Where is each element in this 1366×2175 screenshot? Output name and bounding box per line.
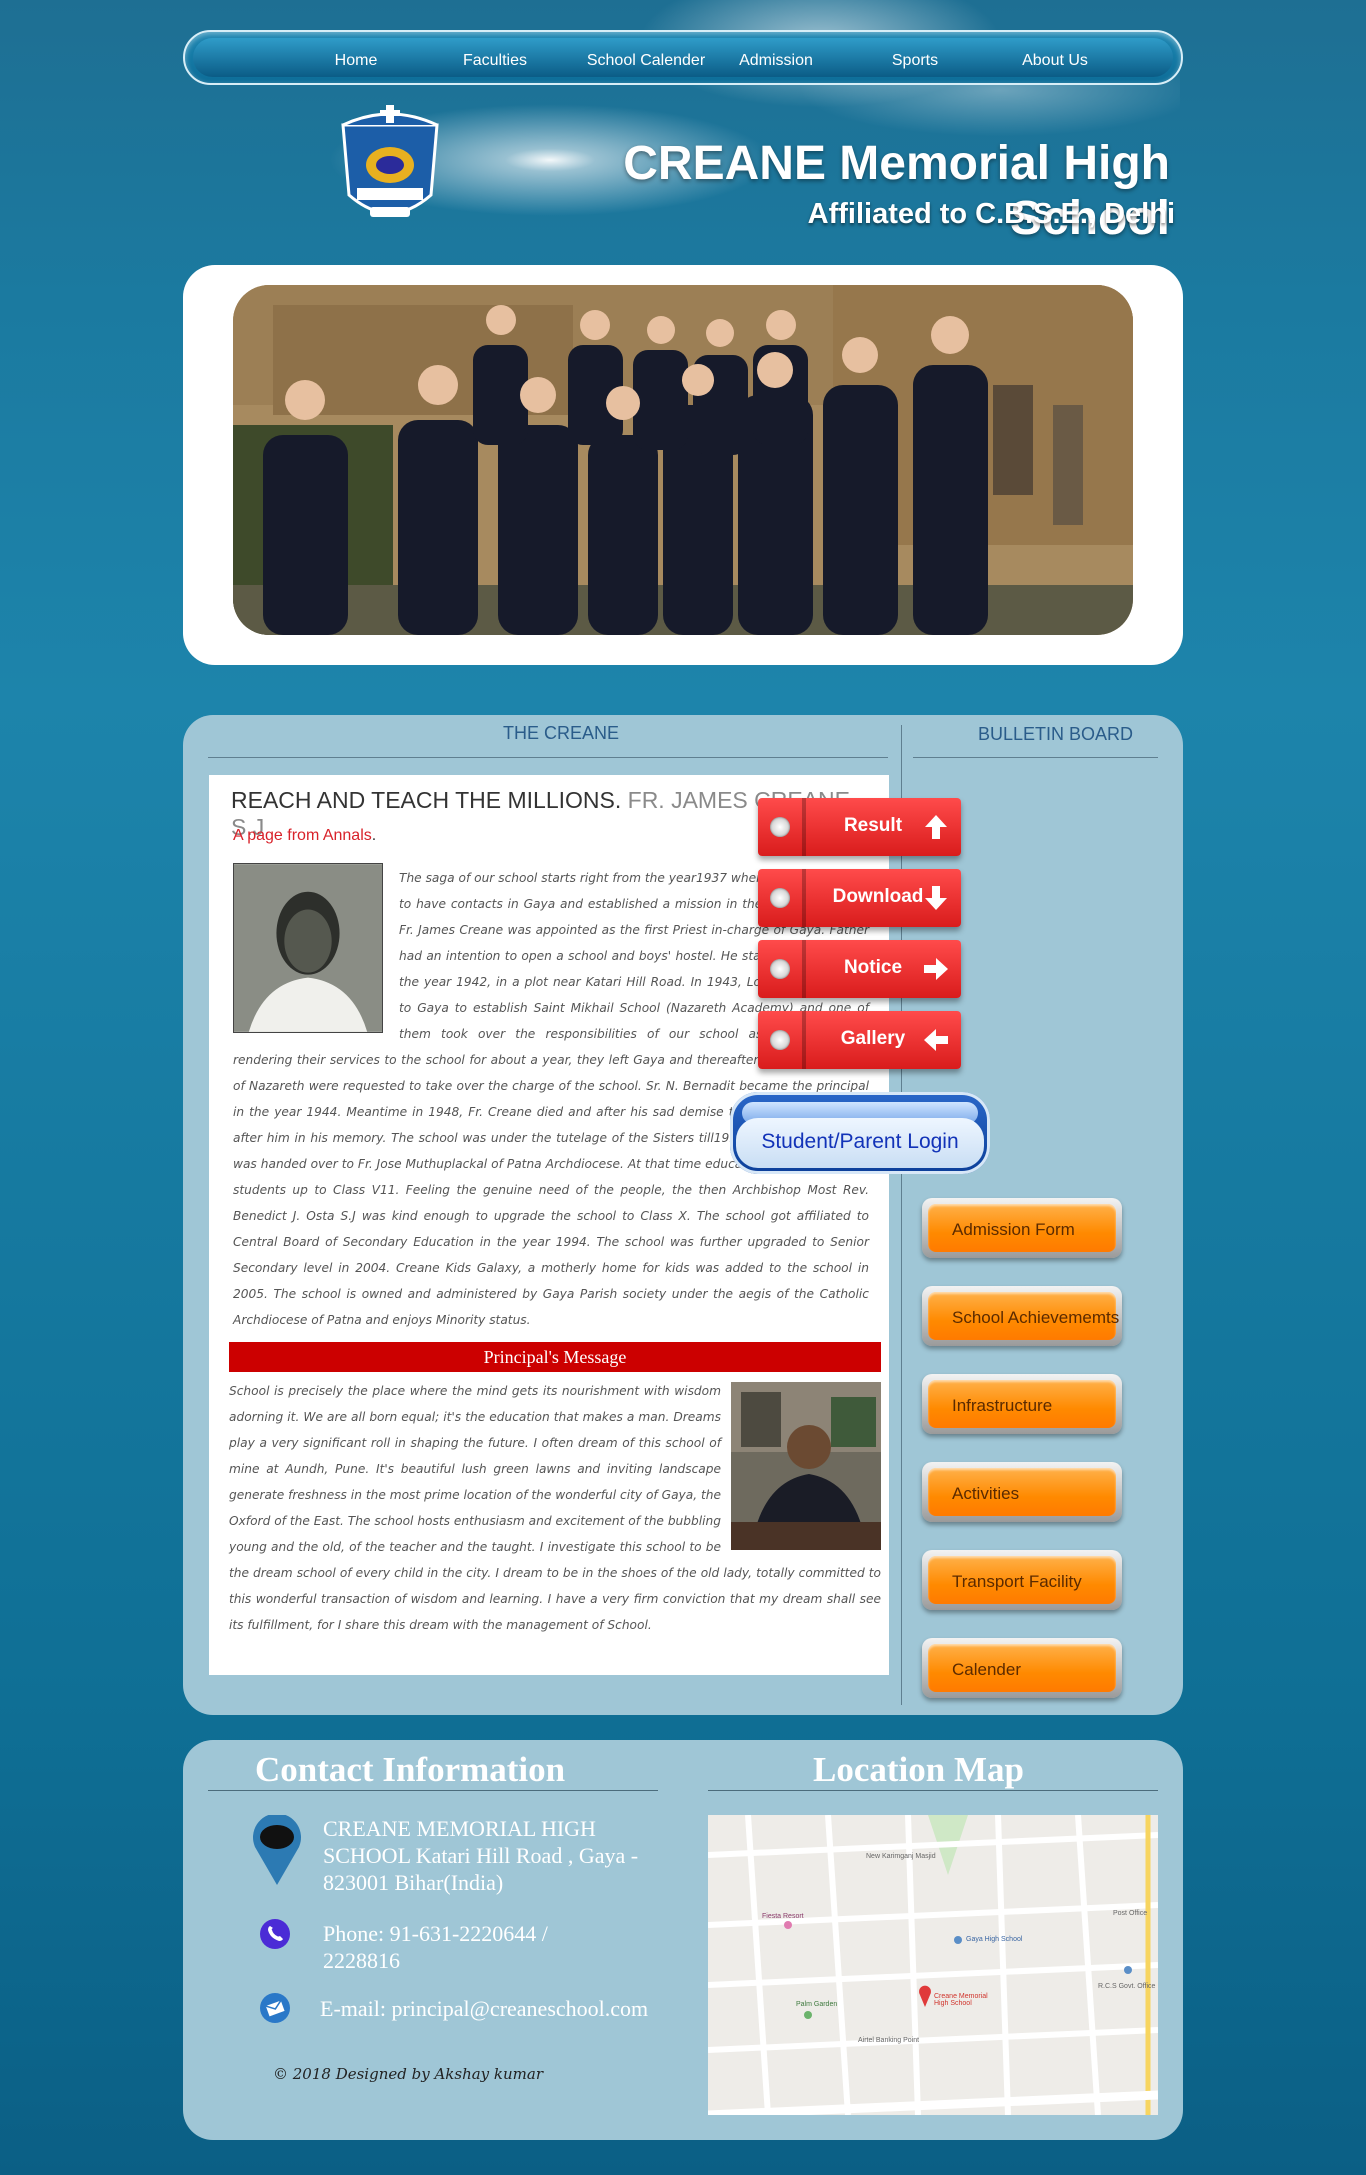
gallery-button[interactable]: Gallery [758, 1011, 961, 1069]
map-label-fiesta: Fiesta Resort [762, 1913, 804, 1920]
map-label-rcs: R.C.S Govt. Office [1098, 1983, 1156, 1990]
download-label: Download [832, 886, 924, 907]
arrow-left-icon [924, 1029, 948, 1051]
activities-label: Activities [952, 1484, 1020, 1503]
map-roads [708, 1815, 1158, 2115]
annals-line: A page from Annals. [233, 827, 376, 845]
notice-sep [802, 940, 806, 998]
activities-button[interactable]: Activities [922, 1462, 1122, 1522]
map-label-airtel: Airtel Banking Point [858, 2037, 920, 2044]
nav-home[interactable]: Home [296, 52, 416, 70]
nav-school-calender[interactable]: School Calender [576, 52, 716, 70]
infrastructure-button[interactable]: Infrastructure [922, 1374, 1122, 1434]
result-button[interactable]: Result [758, 798, 961, 856]
gallery-sep [802, 1011, 806, 1069]
map-label-mosque: New Karimganj Masjid [866, 1853, 936, 1860]
download-button[interactable]: Download [758, 869, 961, 927]
location-pin-icon [253, 1815, 301, 1885]
divider-left [208, 757, 888, 758]
location-map[interactable]: Creane Memorial High School Gaya High Sc… [708, 1815, 1158, 2115]
student-parent-login-button[interactable]: Student/Parent Login [730, 1092, 990, 1174]
principals-message-heading: Principal's Message [229, 1342, 881, 1372]
bulletin-board-heading: BULLETIN BOARD [978, 724, 1134, 744]
article-title-main: REACH AND TEACH THE MILLIONS. [231, 787, 622, 813]
designer-credit: © 2018 Designed by Akshay kumar [273, 2065, 544, 2083]
login-label: Student/Parent Login [761, 1130, 959, 1153]
admission-form-button[interactable]: Admission Form [922, 1198, 1122, 1258]
nav-about-us[interactable]: About Us [995, 52, 1115, 70]
annals-link[interactable]: A page from Annals [233, 827, 372, 844]
admission-form-label: Admission Form [952, 1220, 1075, 1239]
map-label-gaya-high: Gaya High School [966, 1936, 1023, 1943]
calender-label: Calender [952, 1660, 1021, 1679]
transport-facility-label: Transport Facility [952, 1572, 1082, 1591]
result-knob [770, 817, 790, 837]
nav-admission[interactable]: Admission [716, 52, 836, 70]
gallery-knob [770, 1030, 790, 1050]
arrow-down-icon [925, 886, 947, 910]
notice-button[interactable]: Notice [758, 940, 961, 998]
contact-divider [208, 1790, 658, 1791]
banner-panel [183, 265, 1183, 665]
nav-sports[interactable]: Sports [855, 52, 975, 70]
map-marker-label: Creane Memorial High School [934, 1993, 988, 2007]
divider-right [913, 757, 1158, 758]
students-group-photo [233, 285, 1133, 635]
the-creane-heading: THE CREANE [503, 723, 620, 743]
principal-message-block: School is precisely the place where the … [229, 1378, 881, 1638]
school-achievements-label: School Achievememts [952, 1308, 1120, 1327]
arrow-up-icon [925, 815, 947, 839]
school-affiliation: Affiliated to C.B.S.E., Delhi [807, 198, 1175, 230]
notice-label: Notice [843, 957, 903, 978]
download-sep [802, 869, 806, 927]
phone-text: Phone: 91-631-2220644 / 2228816 [323, 1921, 548, 1973]
result-label: Result [843, 815, 903, 836]
calender-button[interactable]: Calender [922, 1638, 1122, 1698]
email-icon [260, 1993, 290, 2023]
notice-knob [770, 959, 790, 979]
result-sep [802, 798, 806, 856]
principal-photo-spacer [721, 1378, 881, 1550]
nav-faculties[interactable]: Faculties [435, 52, 555, 70]
footer-panel: Contact Information Location Map CREANE … [183, 1740, 1183, 2140]
school-crest-logo [341, 105, 439, 217]
gallery-label: Gallery [840, 1028, 906, 1049]
main-nav: Home Faculties School Calender Admission… [183, 30, 1183, 85]
download-knob [770, 888, 790, 908]
map-label-post: Post Office [1113, 1910, 1148, 1917]
map-label-palm: Palm Garden [796, 2001, 838, 2008]
contact-information-heading: Contact Information [255, 1750, 566, 1789]
transport-facility-button[interactable]: Transport Facility [922, 1550, 1122, 1610]
arrow-right-icon [924, 958, 948, 980]
infrastructure-label: Infrastructure [952, 1396, 1053, 1415]
location-map-heading: Location Map [813, 1750, 1024, 1789]
school-achievements-button[interactable]: School Achievememts [922, 1286, 1122, 1346]
email-link[interactable]: E-mail: principal@creaneschool.com [320, 1995, 648, 2022]
address-text: CREANE MEMORIAL HIGH SCHOOL Katari Hill … [323, 1816, 639, 1895]
annals-period: . [371, 827, 377, 844]
map-divider [708, 1790, 1158, 1791]
phone-icon [260, 1919, 290, 1949]
portrait-spacer [233, 865, 399, 1045]
